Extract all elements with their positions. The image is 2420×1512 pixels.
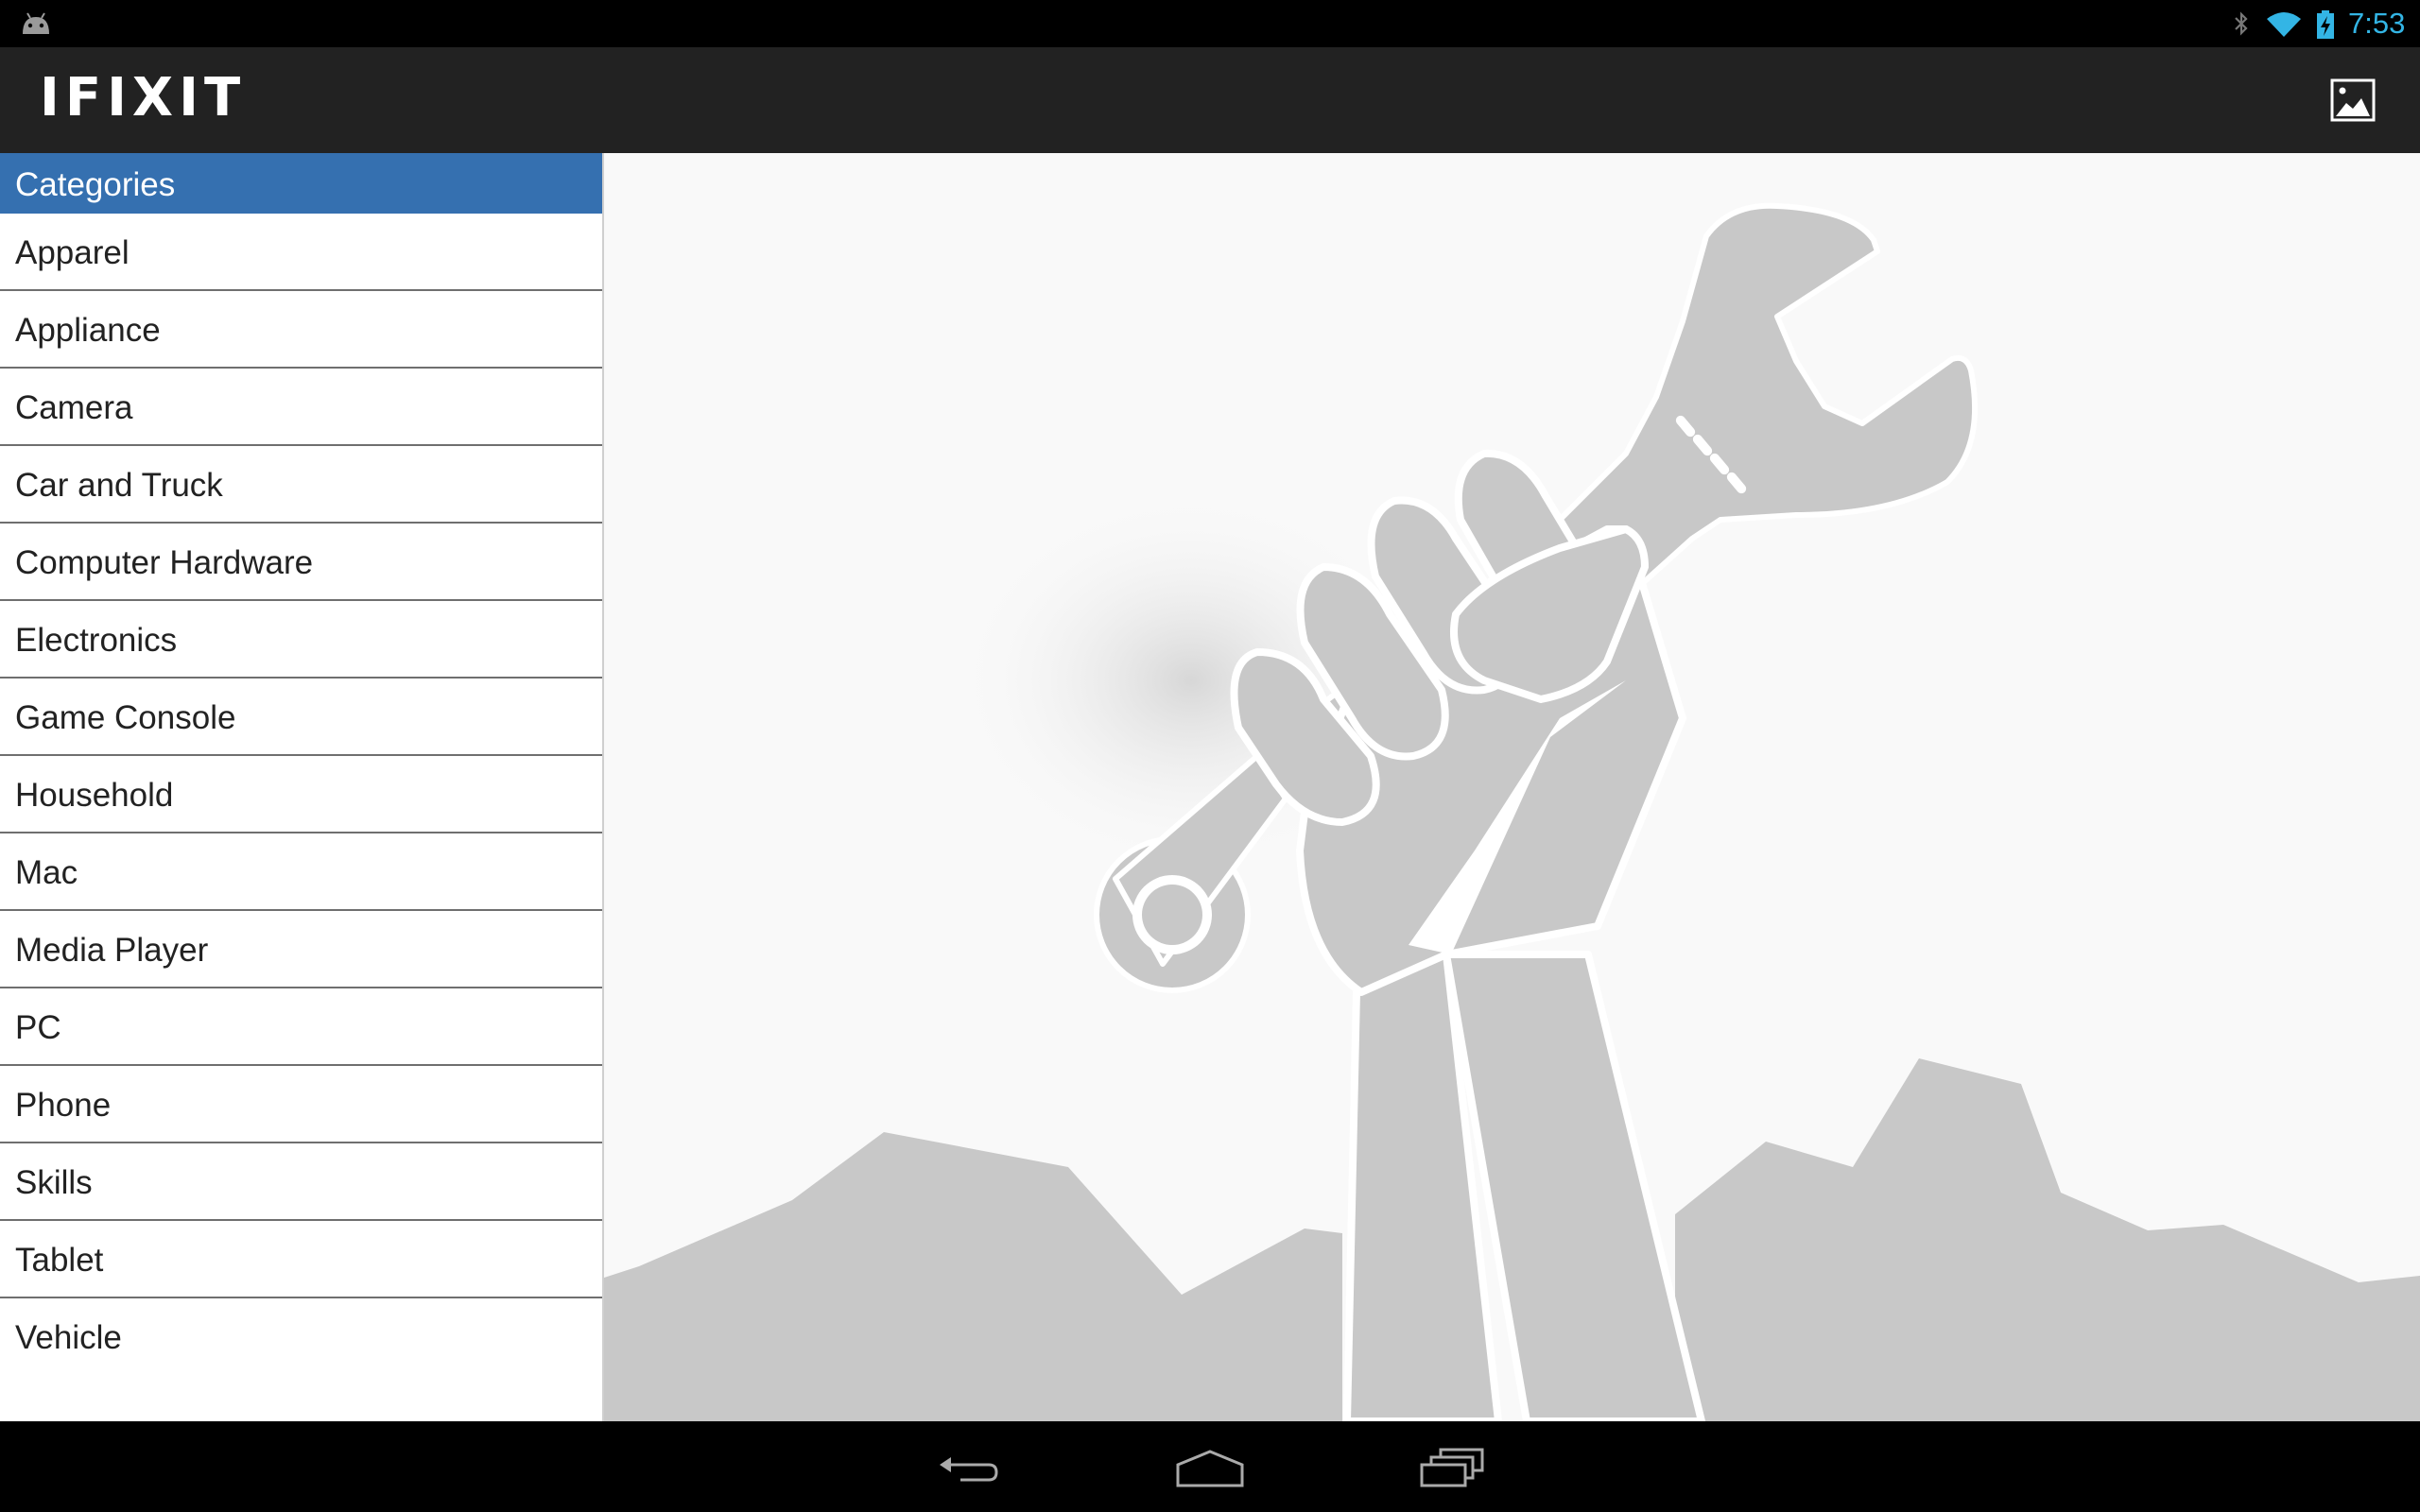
status-bar: 7:53 (0, 0, 2420, 47)
bluetooth-icon (2235, 11, 2248, 36)
category-item-skills[interactable]: Skills (0, 1143, 602, 1221)
category-item-phone[interactable]: Phone (0, 1066, 602, 1143)
category-item-car-and-truck[interactable]: Car and Truck (0, 446, 602, 524)
category-item-apparel[interactable]: Apparel (0, 214, 602, 291)
category-item-electronics[interactable]: Electronics (0, 601, 602, 679)
recent-apps-icon[interactable] (1418, 1444, 1486, 1491)
category-item-mac[interactable]: Mac (0, 833, 602, 911)
category-list: Apparel Appliance Camera Car and Truck C… (0, 214, 602, 1376)
category-sidebar: Categories Apparel Appliance Camera Car … (0, 153, 602, 1421)
category-item-household[interactable]: Household (0, 756, 602, 833)
category-item-pc[interactable]: PC (0, 988, 602, 1066)
category-item-computer-hardware[interactable]: Computer Hardware (0, 524, 602, 601)
battery-charging-icon (2317, 10, 2334, 39)
fist-holding-wrench-illustration (604, 202, 2420, 1421)
wifi-icon (2267, 12, 2301, 37)
image-icon[interactable] (2327, 74, 2380, 127)
hero-pane (604, 153, 2420, 1421)
category-item-vehicle[interactable]: Vehicle (0, 1298, 602, 1376)
categories-header: Categories (0, 153, 602, 214)
action-bar: IFIXIT (0, 47, 2420, 153)
navigation-bar (0, 1421, 2420, 1512)
category-item-game-console[interactable]: Game Console (0, 679, 602, 756)
category-item-appliance[interactable]: Appliance (0, 291, 602, 369)
status-clock: 7:53 (2348, 7, 2406, 40)
ifixit-logo: IFIXIT (40, 67, 247, 129)
home-icon[interactable] (1174, 1444, 1246, 1491)
back-icon[interactable] (936, 1444, 1002, 1491)
category-item-camera[interactable]: Camera (0, 369, 602, 446)
category-item-media-player[interactable]: Media Player (0, 911, 602, 988)
category-item-tablet[interactable]: Tablet (0, 1221, 602, 1298)
android-icon (23, 12, 49, 34)
